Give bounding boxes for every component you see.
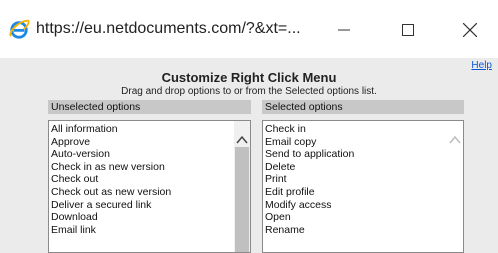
- unselected-options-list[interactable]: All information Approve Auto-version Che…: [48, 120, 251, 253]
- list-item[interactable]: Send to application: [265, 148, 354, 161]
- window-titlebar: https://eu.netdocuments.com/?&xt=...: [0, 0, 498, 58]
- list-item[interactable]: Print: [265, 173, 354, 186]
- customize-menu-dialog: Help Customize Right Click Menu Drag and…: [0, 58, 498, 253]
- list-item[interactable]: Email link: [51, 224, 171, 237]
- list-item[interactable]: All information: [51, 123, 171, 136]
- list-item[interactable]: Approve: [51, 136, 171, 149]
- minimize-button[interactable]: [322, 12, 366, 48]
- list-item[interactable]: Modify access: [265, 199, 354, 212]
- unselected-scrollbar[interactable]: [234, 121, 250, 252]
- list-item[interactable]: Edit profile: [265, 186, 354, 199]
- maximize-icon: [402, 24, 414, 36]
- window-title: https://eu.netdocuments.com/?&xt=...: [36, 20, 301, 37]
- unselected-scroll-thumb[interactable]: [235, 147, 249, 252]
- dialog-title: Customize Right Click Menu: [161, 70, 337, 85]
- list-item[interactable]: Open: [265, 211, 354, 224]
- list-item[interactable]: Check out as new version: [51, 186, 171, 199]
- list-item[interactable]: Download: [51, 211, 171, 224]
- internet-explorer-icon: [9, 19, 30, 39]
- selected-options-list[interactable]: Check in Email copy Send to application …: [262, 120, 464, 253]
- close-button[interactable]: [448, 12, 492, 48]
- scroll-up-arrow-icon[interactable]: [449, 135, 461, 145]
- list-item[interactable]: Check out: [51, 173, 171, 186]
- close-icon: [463, 23, 477, 37]
- list-item[interactable]: Check in: [265, 123, 354, 136]
- minimize-icon: [338, 29, 350, 31]
- list-item[interactable]: Rename: [265, 224, 354, 237]
- maximize-button[interactable]: [386, 12, 430, 48]
- list-item[interactable]: Check in as new version: [51, 161, 171, 174]
- selected-options-header: Selected options: [262, 100, 464, 114]
- selected-options-items: Check in Email copy Send to application …: [265, 123, 354, 236]
- list-item[interactable]: Deliver a secured link: [51, 199, 171, 212]
- unselected-options-items: All information Approve Auto-version Che…: [51, 123, 171, 236]
- list-item[interactable]: Delete: [265, 161, 354, 174]
- list-item[interactable]: Auto-version: [51, 148, 171, 161]
- selected-scrollbar[interactable]: [447, 121, 463, 252]
- dialog-subtitle: Drag and drop options to or from the Sel…: [121, 86, 377, 97]
- list-item[interactable]: Email copy: [265, 136, 354, 149]
- unselected-options-header: Unselected options: [48, 100, 251, 114]
- scroll-up-arrow-icon[interactable]: [236, 135, 248, 145]
